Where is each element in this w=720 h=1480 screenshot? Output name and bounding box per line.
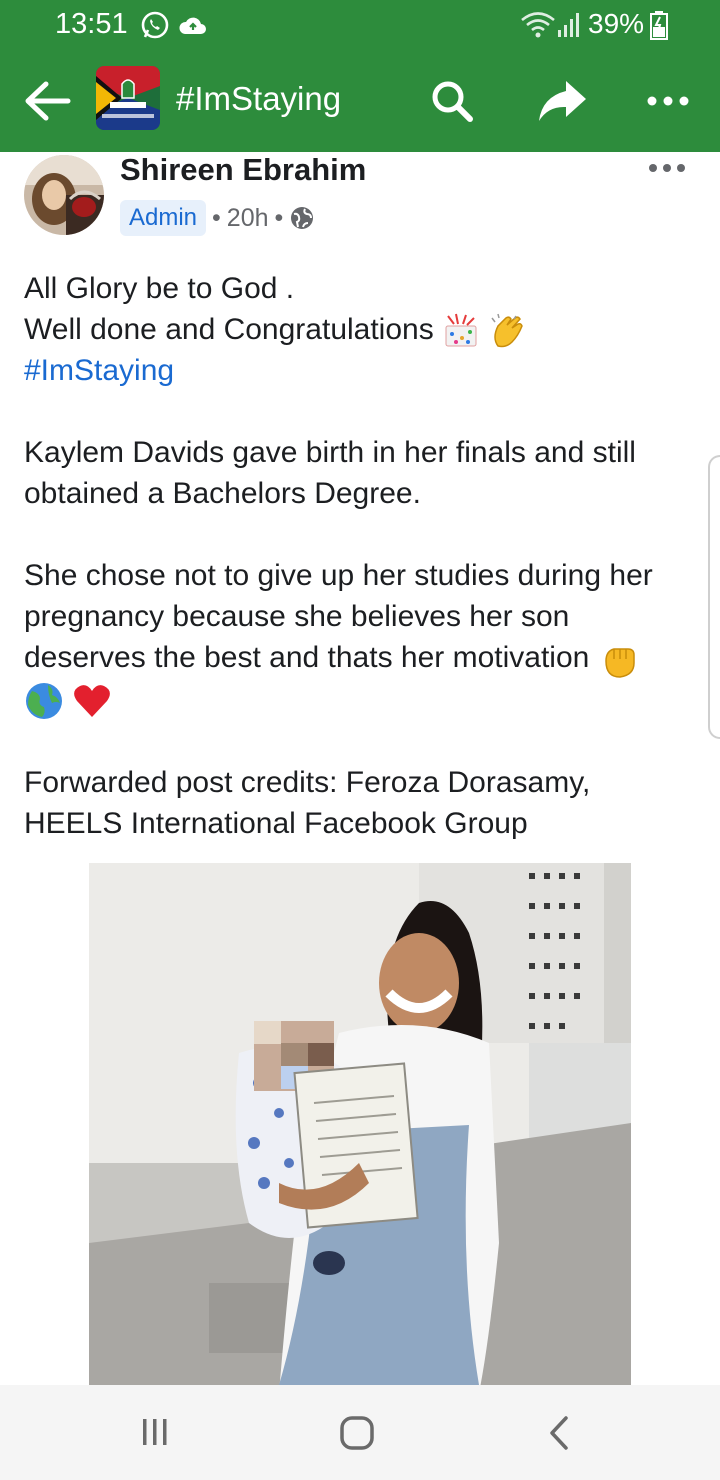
post-paragraph-2: Kaylem Davids gave birth in her finals a… (24, 436, 636, 511)
post-line: All Glory be to God . (24, 272, 295, 305)
system-nav-bar (0, 1385, 720, 1480)
group-avatar[interactable] (96, 66, 160, 130)
author-avatar[interactable] (24, 155, 104, 235)
scroll-indicator[interactable] (708, 455, 720, 739)
whatsapp-icon (141, 11, 169, 39)
share-icon[interactable] (536, 77, 588, 125)
post-more-icon[interactable] (648, 158, 688, 178)
hashtag-link[interactable]: #ImStaying (24, 354, 174, 387)
author-name[interactable]: Shireen Ebrahim (120, 152, 366, 188)
app-bar: #ImStaying (0, 50, 720, 152)
battery-icon (650, 11, 668, 40)
admin-badge: Admin (120, 200, 207, 236)
party-popper-icon (445, 313, 477, 347)
signal-icon (558, 13, 579, 37)
post-line: She chose not to give up her studies dur… (24, 559, 653, 675)
separator-dot: • (274, 203, 284, 232)
cloud-icon (179, 17, 206, 34)
wifi-icon (521, 12, 555, 38)
red-heart-icon (74, 685, 111, 718)
battery-percentage: 39% (588, 8, 645, 39)
back-nav-icon[interactable] (546, 1415, 572, 1451)
post-time[interactable]: 20h (227, 204, 269, 233)
post-paragraph-1: All Glory be to God . Well done and Cong… (24, 268, 694, 391)
post-paragraph-4: Forwarded post credits: Feroza Dorasamy,… (24, 766, 591, 841)
home-icon[interactable] (339, 1415, 375, 1451)
recent-apps-icon[interactable] (140, 1415, 170, 1449)
search-icon[interactable] (428, 77, 476, 125)
post-photo[interactable] (89, 863, 631, 1385)
status-time: 13:51 (55, 8, 128, 40)
separator-dot: • (212, 203, 221, 232)
post-body: All Glory be to God . Well done and Cong… (24, 268, 694, 885)
more-icon[interactable] (644, 86, 692, 116)
globe-earth-icon (26, 683, 62, 720)
post-meta: Admin • 20h • (120, 198, 315, 238)
post-paragraph-3: She chose not to give up her studies dur… (24, 555, 694, 721)
post-line: Well done and Congratulations (24, 313, 434, 346)
status-bar: 13:51 39% (0, 0, 720, 50)
back-arrow-icon[interactable] (22, 78, 72, 124)
clapping-hands-icon (491, 313, 524, 348)
group-title: #ImStaying (176, 80, 342, 117)
globe-icon (291, 207, 314, 229)
raised-fist-icon (604, 648, 635, 678)
